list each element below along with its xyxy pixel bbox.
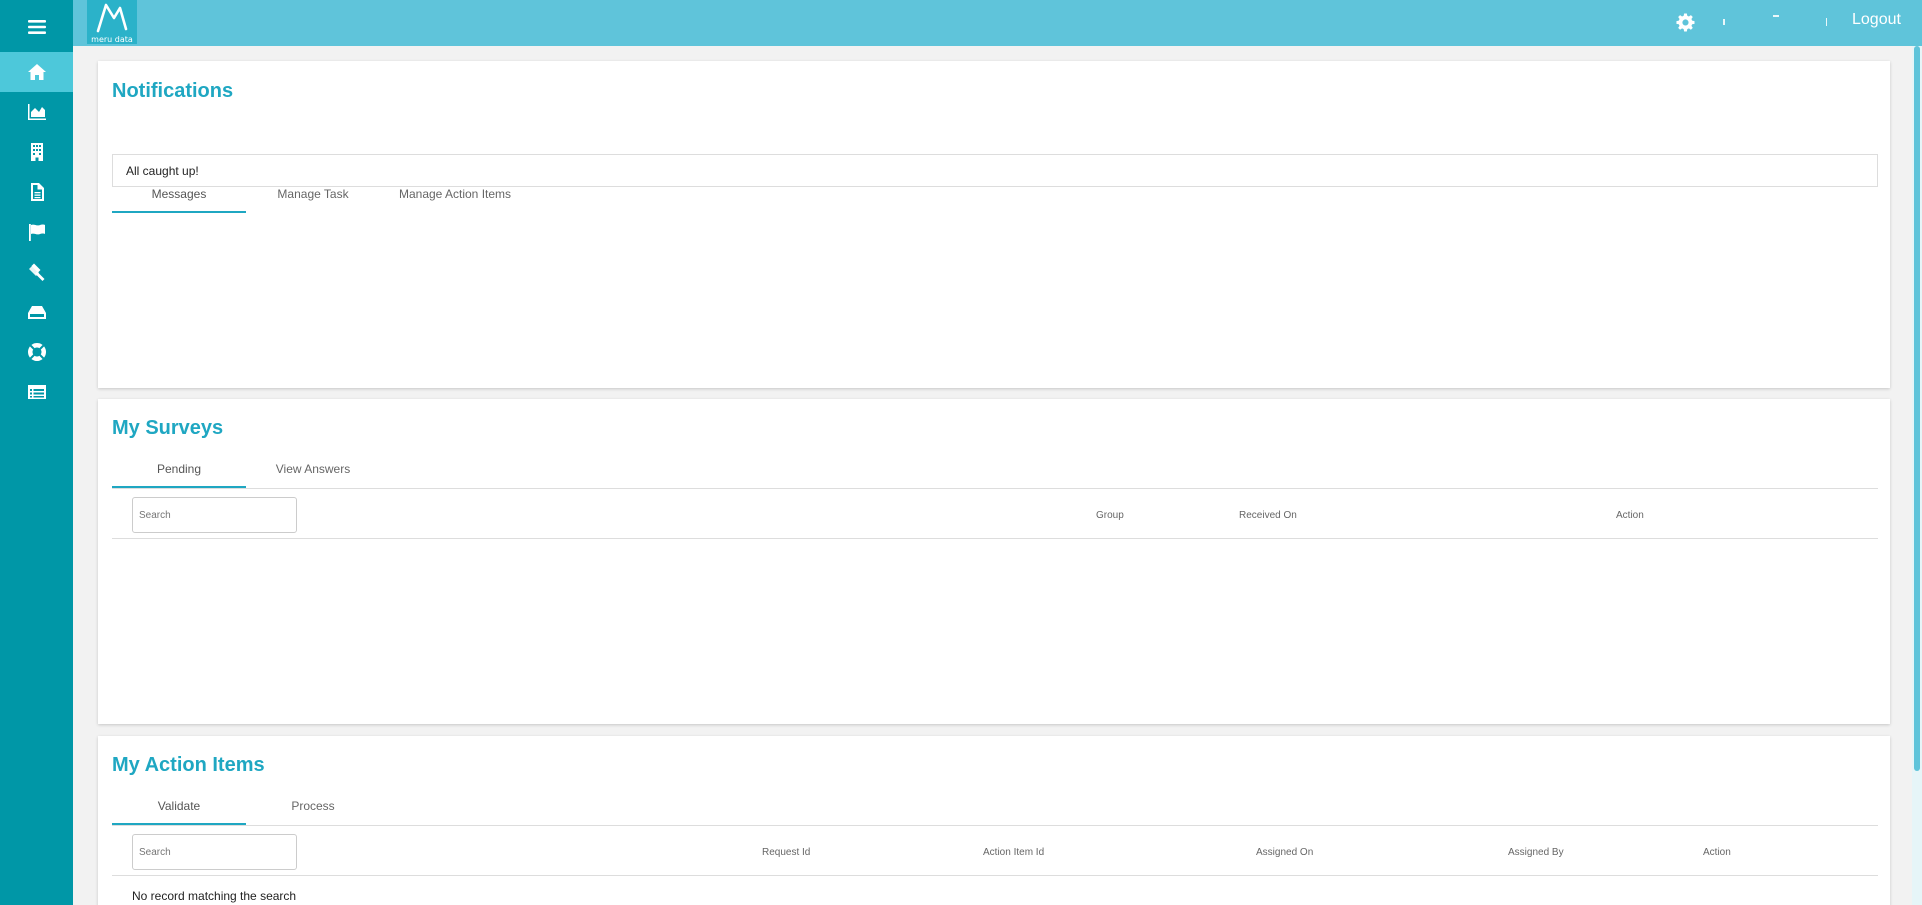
sidebar-item-home[interactable] bbox=[0, 52, 73, 92]
tabs-divider bbox=[112, 488, 1878, 489]
column-header-request-id[interactable]: Request Id bbox=[762, 847, 810, 858]
hard-drive-icon bbox=[27, 306, 46, 319]
message-text: All caught up! bbox=[126, 163, 199, 178]
action-items-tabs: Validate Process bbox=[112, 788, 380, 825]
column-header-group[interactable]: Group bbox=[1096, 510, 1124, 521]
sidebar-item-legal[interactable] bbox=[0, 252, 73, 292]
gavel-icon bbox=[28, 263, 44, 281]
sidebar-item-storage[interactable] bbox=[0, 292, 73, 332]
sidebar-item-support[interactable] bbox=[0, 332, 73, 372]
action-items-card: My Action Items Validate Process Request… bbox=[98, 736, 1890, 905]
list-table-icon bbox=[27, 385, 46, 399]
column-header-action-item-id[interactable]: Action Item Id bbox=[983, 847, 1044, 858]
notifications-title: Notifications bbox=[112, 80, 234, 102]
separator bbox=[1826, 18, 1827, 26]
column-header-received-on[interactable]: Received On bbox=[1239, 510, 1297, 521]
column-header-assigned-by[interactable]: Assigned By bbox=[1508, 847, 1564, 858]
tab-validate[interactable]: Validate bbox=[112, 788, 246, 825]
meru-logo-icon bbox=[96, 3, 128, 33]
separator bbox=[1773, 15, 1779, 17]
action-items-search-input[interactable] bbox=[132, 834, 297, 870]
logo-text: meru data bbox=[91, 35, 133, 44]
tab-view-answers[interactable]: View Answers bbox=[246, 451, 380, 487]
notifications-card: Notifications Messages Manage Task Manag… bbox=[98, 61, 1890, 388]
separator bbox=[1723, 19, 1725, 25]
menu-icon bbox=[27, 20, 46, 34]
column-header-assigned-on[interactable]: Assigned On bbox=[1256, 847, 1313, 858]
messages-panel: All caught up! bbox=[112, 154, 1878, 187]
table-header-divider bbox=[112, 875, 1878, 876]
surveys-search-input[interactable] bbox=[132, 497, 297, 533]
home-icon bbox=[27, 64, 46, 80]
column-header-action[interactable]: Action bbox=[1703, 847, 1731, 858]
sidebar-item-reports[interactable] bbox=[0, 372, 73, 412]
topbar: meru data Logout bbox=[73, 0, 1922, 46]
surveys-card: My Surveys Pending View Answers Group Re… bbox=[98, 399, 1890, 724]
sidebar-item-analytics[interactable] bbox=[0, 92, 73, 132]
area-chart-icon bbox=[27, 104, 46, 120]
surveys-tabs: Pending View Answers bbox=[112, 451, 380, 488]
action-items-title: My Action Items bbox=[112, 754, 265, 776]
empty-state-text: No record matching the search bbox=[132, 889, 297, 903]
menu-toggle-button[interactable] bbox=[0, 2, 73, 52]
life-ring-icon bbox=[27, 343, 46, 361]
tabs-divider bbox=[112, 825, 1878, 826]
logout-button[interactable]: Logout bbox=[1852, 11, 1901, 29]
page-scrollbar[interactable] bbox=[1912, 46, 1922, 905]
sidebar-item-documents[interactable] bbox=[0, 172, 73, 212]
logo[interactable]: meru data bbox=[87, 0, 137, 44]
scrollbar-thumb[interactable] bbox=[1914, 46, 1920, 771]
table-header-divider bbox=[112, 538, 1878, 539]
settings-button[interactable] bbox=[1676, 13, 1695, 32]
building-icon bbox=[30, 143, 43, 161]
sidebar-item-flags[interactable] bbox=[0, 212, 73, 252]
gear-icon bbox=[1676, 13, 1695, 32]
surveys-title: My Surveys bbox=[112, 417, 224, 439]
tab-process[interactable]: Process bbox=[246, 788, 380, 824]
column-header-action[interactable]: Action bbox=[1616, 510, 1644, 521]
sidebar bbox=[0, 0, 73, 905]
tab-pending[interactable]: Pending bbox=[112, 451, 246, 488]
sidebar-item-organization[interactable] bbox=[0, 132, 73, 172]
flag-icon bbox=[28, 224, 45, 241]
document-icon bbox=[30, 183, 44, 201]
